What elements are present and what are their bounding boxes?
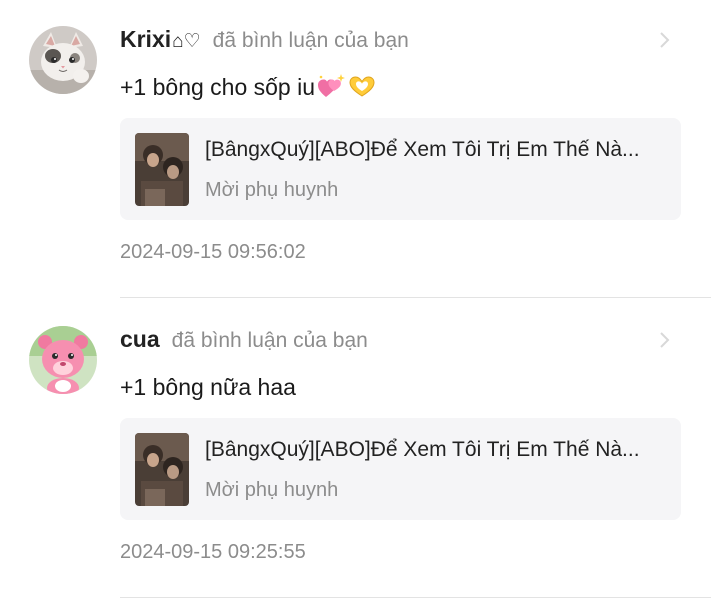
timestamp: 2024-09-15 09:25:55: [120, 541, 306, 563]
comment-text: +1 bông nữa haa: [120, 373, 296, 400]
timestamp: 2024-09-15 09:56:02: [120, 241, 306, 263]
book-subtitle: Mời phụ huynh: [205, 479, 339, 501]
action-text: đã bình luận của bạn: [171, 329, 368, 352]
user-decor: ⌂♡: [172, 31, 201, 52]
book-subtitle: Mời phụ huynh: [205, 179, 339, 201]
comment-notification-feed: Krixi⌂♡ đã bình luận của bạn +1 bông cho…: [0, 0, 711, 600]
divider: [120, 597, 711, 598]
book-card[interactable]: [BângxQuý][ABO]Để Xem Tôi Trị Em Thế Nà.…: [120, 118, 681, 220]
book-cover-image: [135, 133, 189, 206]
action-text: đã bình luận của bạn: [212, 29, 409, 52]
heart-hands-icon: [349, 76, 375, 97]
comment-text: +1 bông cho sốp iu: [120, 70, 377, 104]
pink-bear-avatar-icon[interactable]: [29, 326, 97, 394]
chevron-right-icon[interactable]: [656, 330, 672, 350]
chevron-right-icon[interactable]: [656, 30, 672, 50]
book-title: [BângxQuý][ABO]Để Xem Tôi Trị Em Thế Nà.…: [205, 138, 640, 161]
book-card[interactable]: [BângxQuý][ABO]Để Xem Tôi Trị Em Thế Nà.…: [120, 418, 681, 520]
notification-item[interactable]: cua đã bình luận của bạn +1 bông nữa haa: [0, 300, 711, 600]
username[interactable]: cua: [120, 326, 160, 353]
divider: [120, 297, 711, 298]
book-cover-image: [135, 433, 189, 506]
book-title: [BângxQuý][ABO]Để Xem Tôi Trị Em Thế Nà.…: [205, 438, 640, 461]
username[interactable]: Krixi⌂♡: [120, 26, 201, 53]
heart-sparkle-icon: [318, 74, 346, 97]
notification-item[interactable]: Krixi⌂♡ đã bình luận của bạn +1 bông cho…: [0, 0, 711, 298]
cat-avatar-icon[interactable]: [29, 26, 97, 94]
